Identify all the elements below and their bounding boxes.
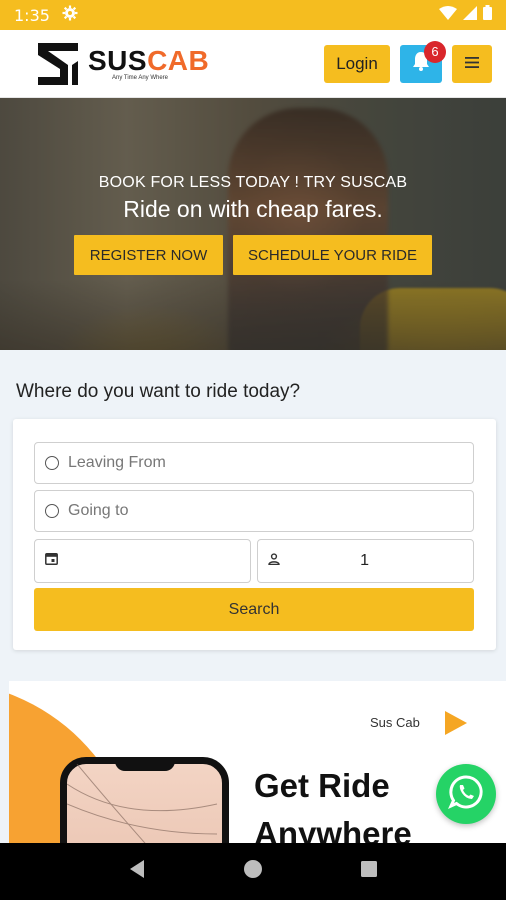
ride-question-heading: Where do you want to ride today? <box>16 381 301 402</box>
register-now-button[interactable]: REGISTER NOW <box>74 235 223 275</box>
notifications-button[interactable]: 6 <box>400 40 446 83</box>
status-time: 1:35 <box>14 5 50 25</box>
whatsapp-icon <box>447 774 484 815</box>
promo-heading-line2: Anywhere <box>254 815 412 843</box>
date-input[interactable] <box>34 539 251 583</box>
hero-title: Ride on with cheap fares. <box>123 196 383 222</box>
going-to-placeholder: Going to <box>68 502 129 519</box>
notification-badge: 6 <box>424 40 446 63</box>
hero-banner: BOOK FOR LESS TODAY ! TRY SUSCAB Ride on… <box>0 98 506 350</box>
search-button[interactable]: Search <box>34 588 474 631</box>
settings-icon <box>62 5 78 25</box>
promo-brand-label: Sus Cab <box>370 715 420 730</box>
leaving-from-input[interactable]: Leaving From <box>34 442 474 484</box>
leaving-from-placeholder: Leaving From <box>68 454 166 471</box>
hero-kicker: BOOK FOR LESS TODAY ! TRY SUSCAB <box>98 174 408 191</box>
phone-mockup-image <box>60 757 229 843</box>
promo-section: Sus Cab Get Ride Anywhere <box>9 681 506 843</box>
play-icon[interactable] <box>445 711 467 735</box>
menu-icon <box>465 55 479 73</box>
back-icon[interactable] <box>128 859 146 884</box>
signal-icon <box>463 5 477 25</box>
recents-icon[interactable] <box>360 860 378 883</box>
logo-sus-text: SUS <box>88 44 148 76</box>
schedule-ride-button[interactable]: SCHEDULE YOUR RIDE <box>233 235 432 275</box>
ride-search-card: Leaving From Going to 1 Search <box>13 419 496 650</box>
suscab-logo[interactable]: SUSCAB Any Time Any Where <box>34 39 209 89</box>
logo-mark-icon <box>38 42 78 85</box>
radio-circle-icon <box>45 504 59 518</box>
passengers-value: 1 <box>360 552 369 569</box>
calendar-icon <box>45 552 58 570</box>
battery-icon <box>483 5 492 25</box>
menu-button[interactable] <box>452 44 492 83</box>
person-icon <box>268 552 280 570</box>
promo-heading-line1: Get Ride <box>254 767 390 804</box>
radio-circle-icon <box>45 456 59 470</box>
logo-tagline: Any Time Any Where <box>112 74 169 81</box>
home-icon[interactable] <box>243 859 263 884</box>
whatsapp-button[interactable] <box>436 764 496 824</box>
status-bar: 1:35 <box>0 0 506 30</box>
going-to-input[interactable]: Going to <box>34 490 474 532</box>
logo-cab-text: CAB <box>147 44 210 76</box>
site-header: SUSCAB Any Time Any Where Login 6 <box>0 30 506 98</box>
wifi-icon <box>439 5 457 25</box>
passengers-input[interactable]: 1 <box>257 539 474 583</box>
system-nav-bar <box>0 843 506 900</box>
login-button[interactable]: Login <box>324 44 390 83</box>
